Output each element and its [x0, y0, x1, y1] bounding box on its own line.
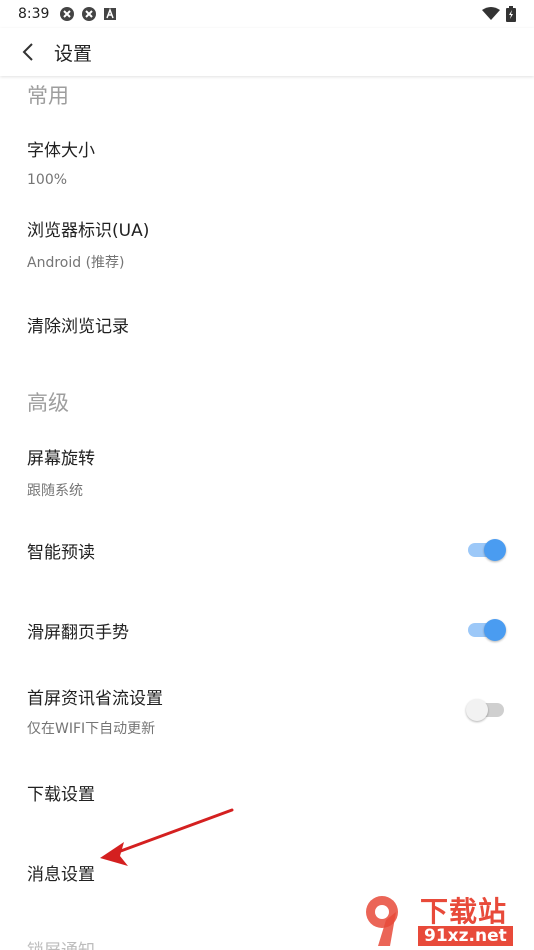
notification-icons	[59, 6, 117, 22]
app-notification-icon	[82, 7, 97, 21]
swipe-page-toggle[interactable]	[466, 618, 506, 642]
pref-title: 字体大小	[27, 141, 95, 161]
pref-title: 首屏资讯省流设置	[27, 689, 163, 709]
switch-thumb	[484, 539, 506, 561]
settings-list[interactable]: 常用 字体大小 100% 浏览器标识(UA) Android (推荐) 清除浏览…	[0, 76, 534, 950]
site-watermark: 下载站 91xz.net	[360, 890, 530, 948]
pref-title: 智能预读	[27, 543, 95, 563]
status-bar: 8:39	[0, 0, 534, 28]
data-saver-toggle[interactable]	[466, 698, 506, 722]
section-header-common: 常用	[27, 84, 69, 108]
watermark-logo-icon	[366, 896, 398, 946]
a-notification-icon	[104, 7, 117, 20]
switch-thumb	[466, 699, 488, 721]
pref-summary: 跟随系统	[27, 483, 83, 499]
switch-thumb	[484, 619, 506, 641]
smart-preload-toggle[interactable]	[466, 538, 506, 562]
pref-screen-rotation[interactable]: 屏幕旋转 跟随系统	[0, 426, 534, 504]
pref-summary: 100%	[27, 172, 68, 188]
page-title: 设置	[54, 42, 93, 65]
system-icons	[482, 6, 516, 22]
status-time: 8:39	[18, 6, 50, 22]
pref-summary: Android (推荐)	[27, 255, 125, 271]
pref-title: 屏幕旋转	[27, 449, 95, 469]
watermark-text: 下载站	[420, 895, 508, 928]
pref-download-settings[interactable]: 下载设置	[0, 756, 534, 830]
back-button[interactable]	[0, 28, 56, 76]
wifi-icon	[482, 7, 500, 20]
pref-clear-history[interactable]: 清除浏览记录	[0, 286, 534, 360]
pref-data-saver[interactable]: 首屏资讯省流设置 仅在WIFI下自动更新	[0, 672, 534, 750]
pref-title: 浏览器标识(UA)	[27, 221, 150, 241]
pref-user-agent[interactable]: 浏览器标识(UA) Android (推荐)	[0, 198, 534, 276]
pref-title: 消息设置	[27, 865, 95, 885]
pref-title: 下载设置	[27, 785, 95, 805]
pref-font-size[interactable]: 字体大小 100%	[0, 118, 534, 196]
pref-title: 锁屏通知	[27, 936, 95, 950]
watermark-url: 91xz.net	[418, 926, 513, 946]
pref-title: 滑屏翻页手势	[27, 623, 129, 643]
pref-summary: 仅在WIFI下自动更新	[27, 721, 156, 737]
pref-swipe-page[interactable]: 滑屏翻页手势	[0, 592, 534, 666]
pref-title: 清除浏览记录	[27, 317, 129, 337]
chevron-left-icon	[22, 43, 33, 61]
battery-icon	[506, 6, 516, 22]
section-header-advanced: 高级	[27, 391, 69, 415]
app-notification-icon	[60, 7, 75, 21]
app-bar: 设置	[0, 28, 534, 76]
pref-smart-preload[interactable]: 智能预读	[0, 512, 534, 586]
